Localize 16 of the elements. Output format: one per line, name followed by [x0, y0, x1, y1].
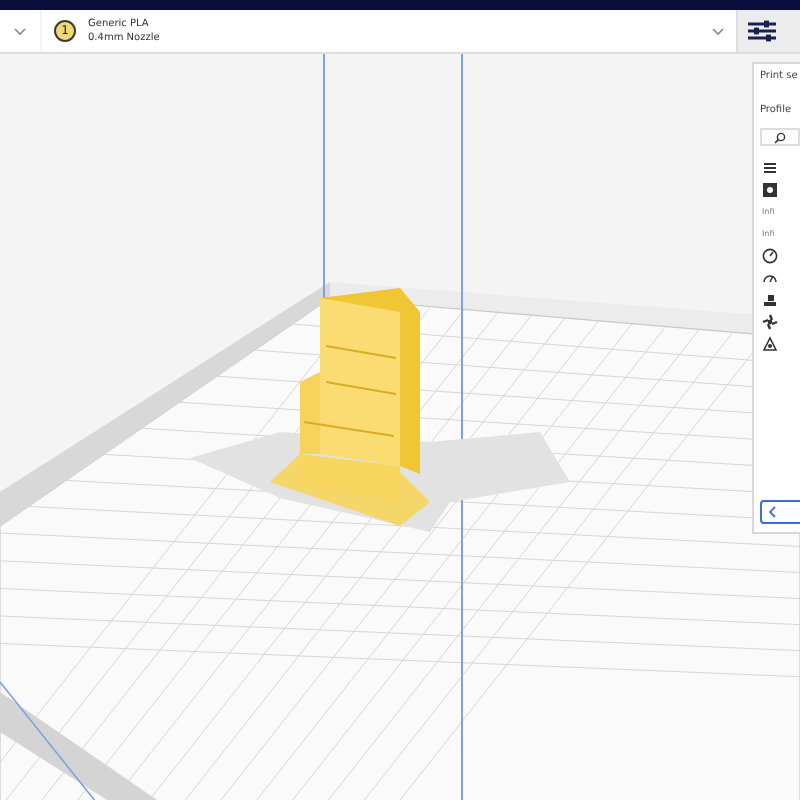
back-button[interactable]	[760, 500, 800, 524]
search-icon	[774, 131, 786, 143]
adhesion-icon[interactable]	[762, 335, 778, 351]
gauge-icon[interactable]	[762, 247, 778, 263]
sliders-icon	[748, 20, 776, 42]
speedometer-icon[interactable]	[762, 269, 778, 285]
grid-icon[interactable]	[762, 181, 778, 197]
chevron-down-icon	[712, 27, 724, 35]
print-settings-button[interactable]	[738, 10, 800, 52]
chevron-left-icon	[768, 506, 776, 518]
fan-icon[interactable]	[762, 313, 778, 329]
axis-line	[0, 681, 97, 800]
search-field[interactable]	[760, 128, 800, 146]
chevron-down-icon	[14, 27, 26, 35]
layers-icon[interactable]	[762, 159, 778, 175]
support-icon[interactable]	[762, 291, 778, 307]
